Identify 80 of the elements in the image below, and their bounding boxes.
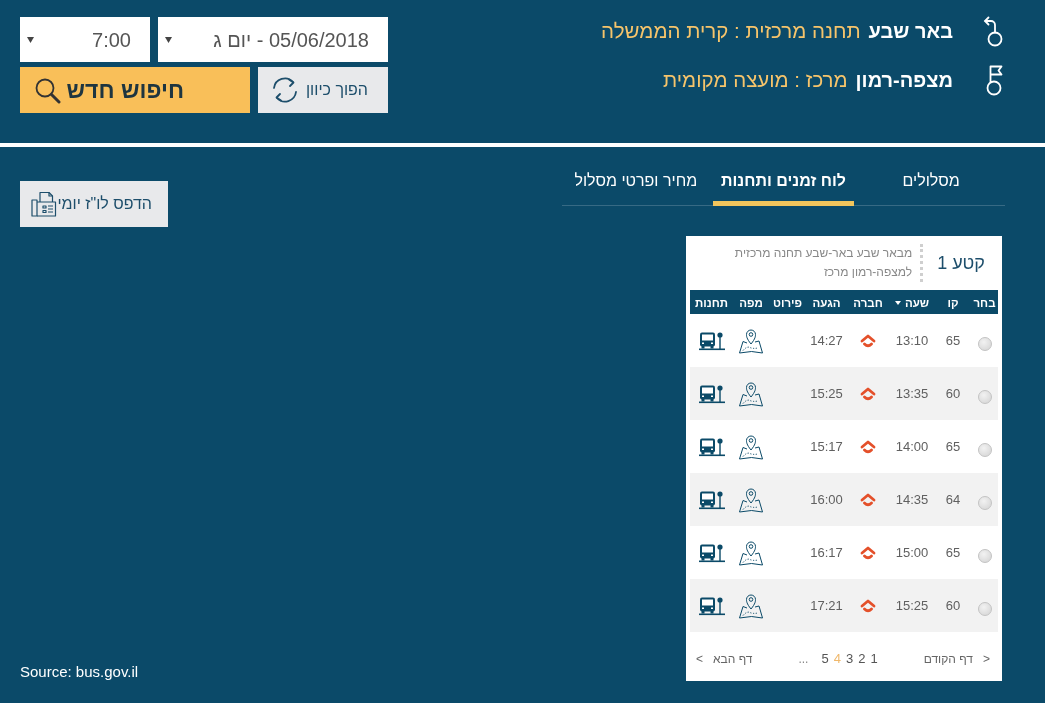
column-header[interactable]: תחנות — [695, 296, 728, 310]
new-search-button[interactable]: חיפוש חדש — [20, 67, 250, 113]
page-link[interactable]: 3 — [845, 649, 854, 669]
station-name: מרכז : מועצה מקומית — [663, 66, 848, 93]
column-header[interactable]: בחר — [973, 296, 996, 310]
logo-icon — [860, 599, 876, 614]
tab[interactable]: לוח זמנים ותחנות — [712, 164, 855, 206]
line-number: 65 — [945, 544, 961, 560]
page-link[interactable]: 1 — [870, 649, 878, 669]
radio-button[interactable] — [977, 336, 992, 351]
bus-stop-icon[interactable] — [698, 489, 725, 510]
map-pin-icon[interactable] — [738, 380, 764, 407]
departure-time: 13:35 — [895, 385, 929, 401]
radio-button[interactable] — [977, 442, 992, 457]
arrival-time: 15:17 — [810, 438, 843, 454]
map-pin-icon[interactable] — [738, 592, 764, 619]
reverse-direction-button[interactable]: הפוך כיוון — [258, 67, 388, 113]
caret-icon — [27, 36, 34, 43]
map-pin-icon[interactable] — [738, 486, 764, 513]
radio-button[interactable] — [977, 495, 992, 510]
logo-icon — [860, 546, 876, 561]
date-select[interactable]: 05/06/2018 - יום ג — [158, 17, 388, 62]
radio-button[interactable] — [977, 389, 992, 404]
line-number: 65 — [945, 332, 961, 348]
page-link[interactable]: 5 — [821, 649, 829, 669]
departure-time: 14:35 — [895, 491, 929, 507]
departure-time: 15:25 — [895, 597, 929, 613]
bus-stop-icon[interactable] — [698, 383, 725, 404]
tab[interactable]: מסלולים — [860, 164, 1002, 206]
arrival-time: 14:27 — [810, 332, 843, 348]
line-number: 60 — [945, 597, 961, 613]
column-header[interactable]: פירוט — [773, 296, 802, 310]
column-header[interactable]: הגעה — [812, 296, 841, 310]
route-start-icon — [983, 15, 1005, 47]
source-note: Source: bus.gov.il — [20, 661, 139, 682]
sort-caret-icon — [894, 301, 901, 305]
departure-time: 14:00 — [895, 438, 929, 454]
map-pin-icon[interactable] — [738, 539, 764, 566]
arrival-time: 15:25 — [810, 385, 843, 401]
map-pin-icon[interactable] — [738, 327, 764, 354]
bus-stop-icon[interactable] — [698, 542, 725, 563]
line-number: 64 — [945, 491, 961, 507]
departure-time: 15:00 — [895, 544, 929, 560]
column-header[interactable]: מפה — [739, 296, 763, 310]
tab[interactable]: מחיר ופרטי מסלול — [565, 164, 707, 206]
logo-icon — [860, 440, 876, 455]
city-name: מצפה-רמון — [855, 68, 953, 93]
segment-title: קטע 1 — [937, 251, 985, 275]
column-header[interactable]: חברה — [853, 296, 883, 310]
radio-button[interactable] — [977, 601, 992, 616]
next-page-link[interactable]: דף הבא < — [696, 650, 753, 668]
logo-icon — [860, 334, 876, 349]
circular-arrows-icon — [270, 76, 300, 104]
arrival-time: 17:21 — [810, 597, 843, 613]
column-header[interactable]: שעה — [894, 296, 930, 310]
print-schedule-button[interactable]: הדפס לו"ז יומי — [20, 181, 168, 227]
segment-origin: מבאר שבע באר-שבע תחנה מרכזית — [734, 245, 913, 262]
city-name: באר שבע — [868, 19, 953, 44]
search-icon — [34, 76, 61, 104]
column-header[interactable]: קו — [947, 296, 959, 310]
bus-stop-icon[interactable] — [698, 436, 725, 457]
logo-icon — [860, 493, 876, 508]
page-link[interactable]: 2 — [858, 649, 866, 669]
map-pin-icon[interactable] — [738, 433, 764, 460]
ellipsis: ... — [798, 651, 809, 668]
previous-page-link[interactable]: > דף הקודם — [923, 650, 990, 668]
caret-icon — [165, 36, 172, 43]
radio-button[interactable] — [977, 548, 992, 563]
bus-stop-icon[interactable] — [698, 595, 725, 616]
departure-time: 13:10 — [895, 332, 929, 348]
station-name: תחנה מרכזית : קרית הממשלה — [601, 17, 861, 44]
line-number: 60 — [945, 385, 961, 401]
line-number: 65 — [945, 438, 961, 454]
fax-icon — [31, 191, 58, 217]
time-select[interactable]: 7:00 — [20, 17, 150, 62]
segment-destination: למצפה-רמון מרכז — [823, 264, 913, 281]
arrival-time: 16:17 — [810, 544, 843, 560]
arrival-time: 16:00 — [810, 491, 843, 507]
bus-stop-icon[interactable] — [698, 330, 725, 351]
logo-icon — [860, 387, 876, 402]
